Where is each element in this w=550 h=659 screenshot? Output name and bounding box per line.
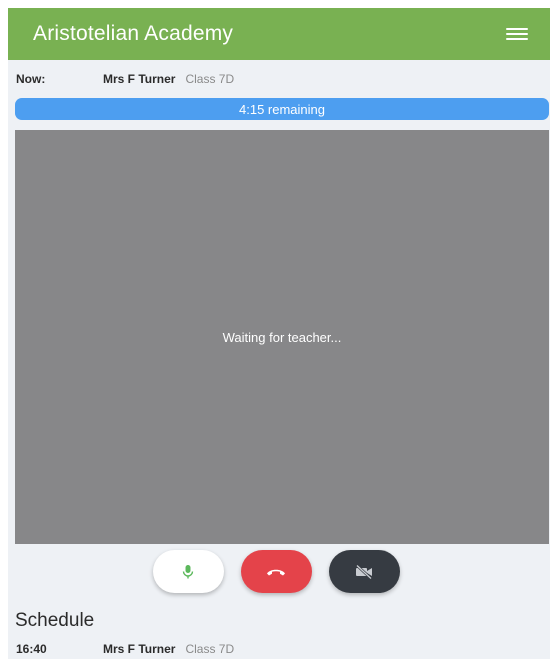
call-controls [8,550,550,593]
app-title: Aristotelian Academy [33,22,234,45]
phone-hangup-icon [267,569,285,575]
hang-up-button[interactable] [240,550,312,593]
schedule-heading: Schedule [15,610,95,631]
camera-off-icon [356,564,372,579]
current-class-name: Class 7D [185,72,235,86]
menu-line [506,33,528,35]
schedule-class-name: Class 7D [185,642,235,656]
schedule-item: 16:40 Mrs F Turner Class 7D [8,642,550,656]
app-header: Aristotelian Academy [8,8,550,60]
video-area: Waiting for teacher... [15,130,549,544]
menu-line [506,38,528,40]
video-status-text: Waiting for teacher... [222,329,342,345]
microphone-button[interactable] [152,550,224,593]
time-remaining-text: 4:15 remaining [239,101,325,117]
app-screen: Aristotelian Academy Now: Mrs F Turner C… [8,8,550,659]
camera-button[interactable] [328,550,400,593]
current-lesson-row: Now: Mrs F Turner Class 7D [8,72,550,86]
now-label: Now: [16,72,46,86]
menu-line [506,28,528,30]
hamburger-menu-icon[interactable] [506,26,528,42]
current-teacher-name: Mrs F Turner [103,72,176,86]
microphone-icon [182,564,194,578]
schedule-time: 16:40 [16,642,47,656]
time-remaining-bar: 4:15 remaining [15,98,549,120]
schedule-teacher-name: Mrs F Turner [103,642,176,656]
